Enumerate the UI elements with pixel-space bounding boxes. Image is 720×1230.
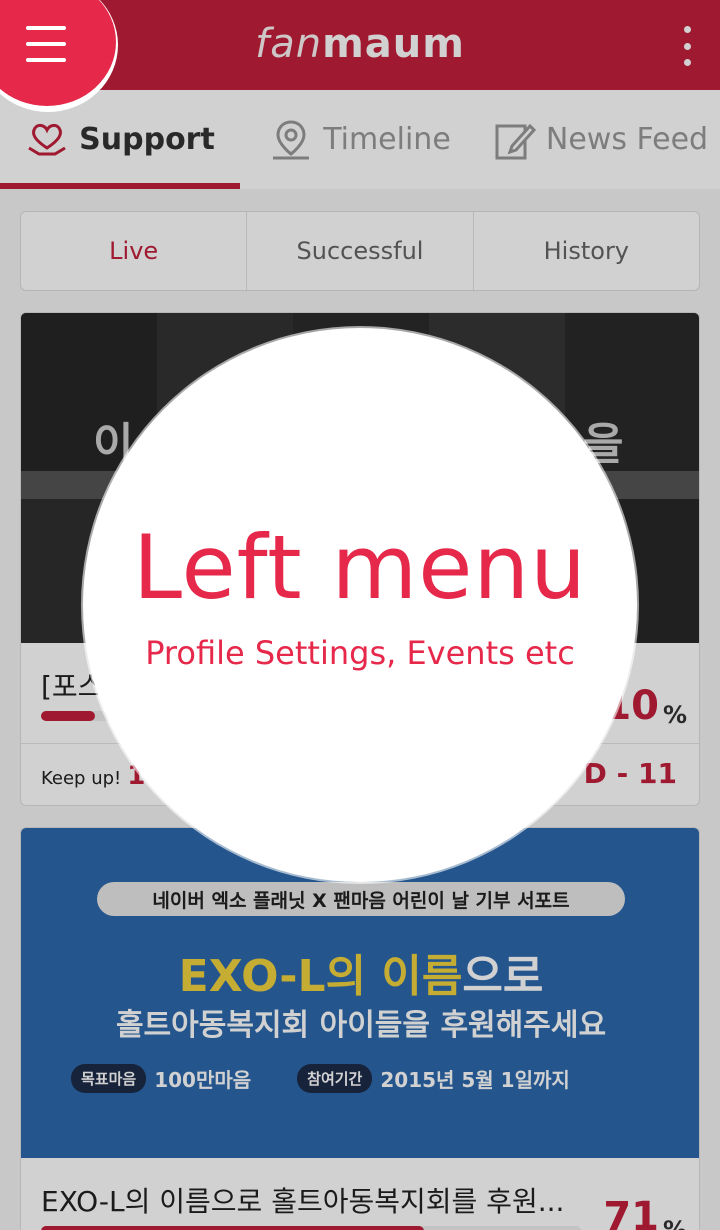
coach-mark-bubble: Left menu Profile Settings, Events etc bbox=[83, 328, 637, 882]
app-root: fan maum Support Timeline News Feed Live… bbox=[0, 0, 720, 1230]
coach-subtitle: Profile Settings, Events etc bbox=[145, 634, 575, 672]
left-menu-button[interactable] bbox=[0, 0, 118, 112]
coach-title: Left menu bbox=[133, 516, 587, 619]
hamburger-icon bbox=[26, 26, 66, 62]
